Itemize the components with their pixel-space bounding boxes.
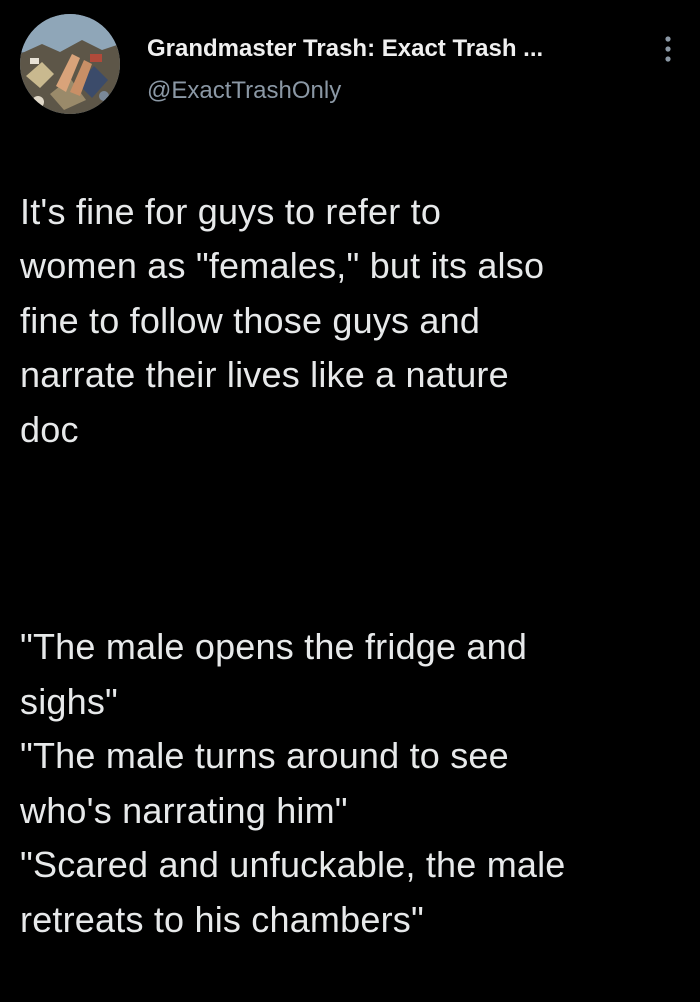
author-display-name[interactable]: Grandmaster Trash: Exact Trash ... [147, 34, 667, 64]
user-meta: Grandmaster Trash: Exact Trash ... @Exac… [147, 34, 667, 106]
tweet-paragraph: "The male opens the fridge and sighs" "T… [20, 626, 566, 940]
tweet-header: Grandmaster Trash: Exact Trash ... @Exac… [20, 14, 680, 114]
tweet-card: Grandmaster Trash: Exact Trash ... @Exac… [0, 0, 700, 940]
avatar-photo-icon [20, 14, 120, 114]
avatar[interactable] [20, 14, 120, 114]
tweet-paragraph: It's fine for guys to refer to women as … [20, 190, 545, 450]
more-options-button[interactable] [656, 34, 680, 64]
vertical-ellipsis-icon [665, 36, 671, 62]
author-handle[interactable]: @ExactTrashOnly [147, 76, 667, 106]
tweet-text: It's fine for guys to refer to women as … [20, 130, 685, 1002]
